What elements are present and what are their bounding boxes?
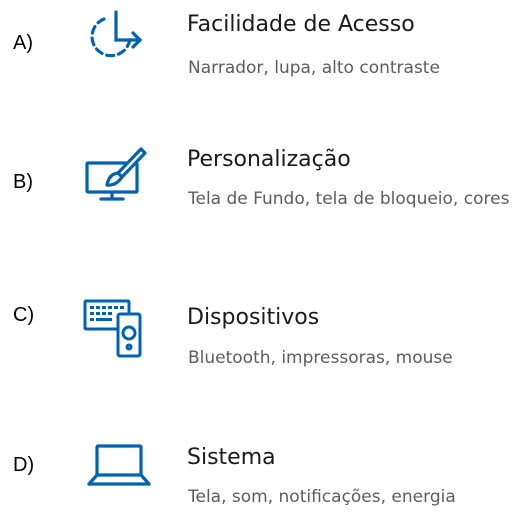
option-title: Dispositivos xyxy=(187,305,320,330)
option-letter: C) xyxy=(13,304,35,326)
personalization-icon xyxy=(85,147,147,201)
option-title: Personalização xyxy=(187,147,351,172)
settings-tile-devices[interactable] xyxy=(70,290,170,370)
settings-tile-personalization[interactable] xyxy=(70,135,170,245)
devices-icon xyxy=(83,299,142,358)
option-letter: A) xyxy=(13,32,33,54)
option-letter: B) xyxy=(13,171,33,193)
laptop-icon xyxy=(87,444,151,486)
option-description: Tela, som, notificações, energia xyxy=(188,487,456,507)
settings-tile-ease-of-access[interactable] xyxy=(70,0,170,90)
settings-tile-system[interactable] xyxy=(70,430,170,500)
option-description: Narrador, lupa, alto contraste xyxy=(188,58,440,78)
option-title: Facilidade de Acesso xyxy=(187,12,415,37)
option-description: Bluetooth, impressoras, mouse xyxy=(188,348,453,368)
option-letter: D) xyxy=(13,454,35,476)
option-description: Tela de Fundo, tela de bloqueio, cores xyxy=(188,189,510,209)
ease-of-access-icon xyxy=(90,10,143,58)
option-title: Sistema xyxy=(187,445,276,470)
